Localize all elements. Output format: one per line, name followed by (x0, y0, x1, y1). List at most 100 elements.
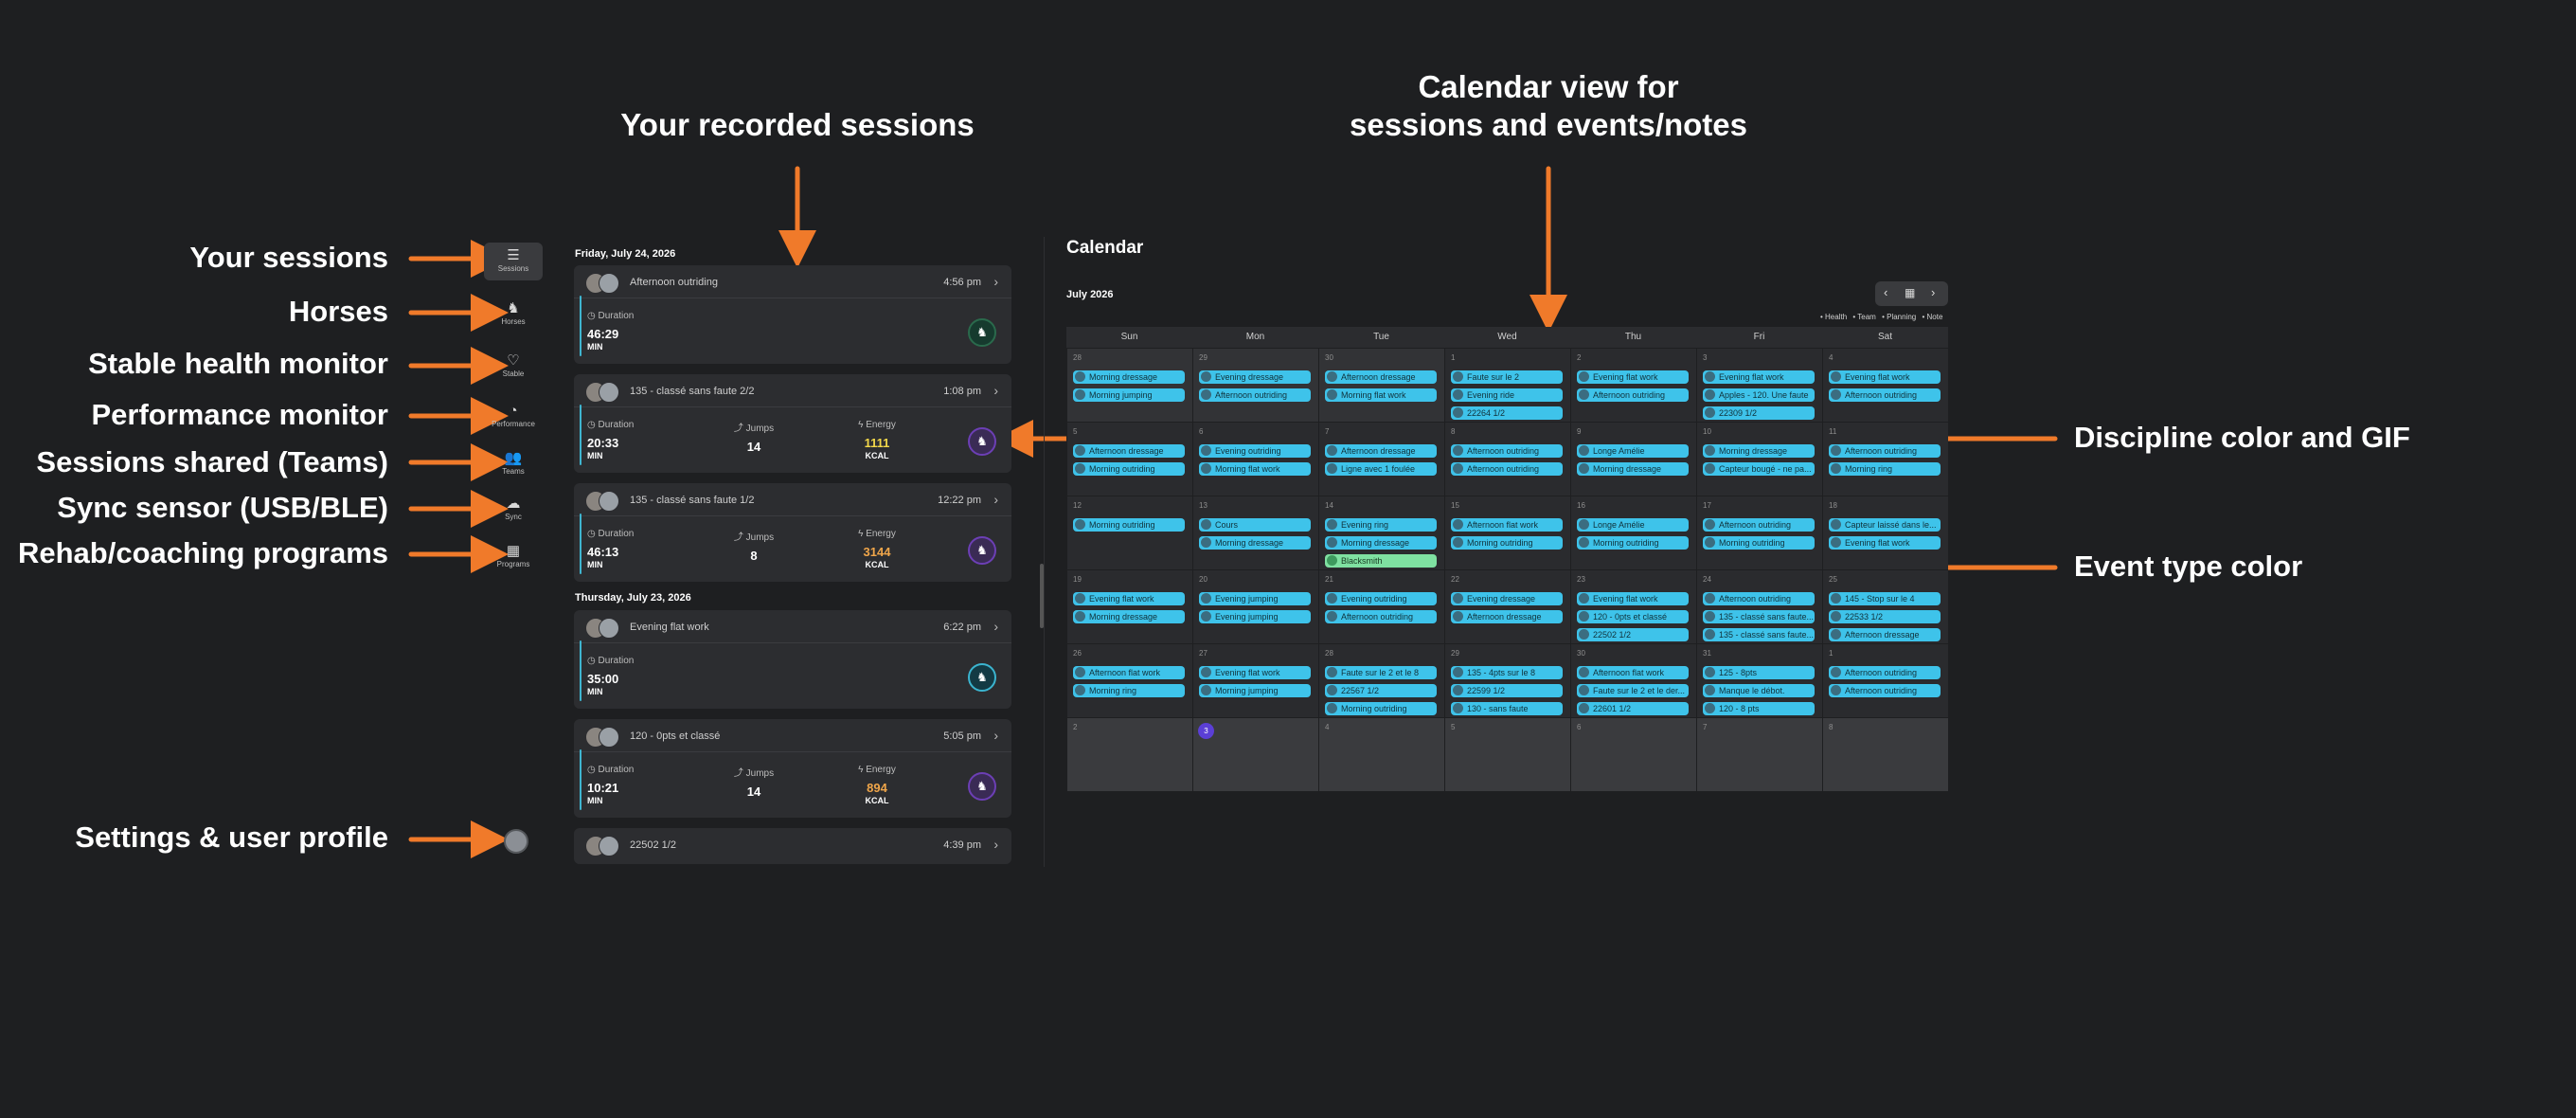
calendar-event[interactable]: 22601 1/2 (1577, 702, 1689, 715)
calendar-event[interactable]: Afternoon dressage (1451, 610, 1563, 623)
calendar-event[interactable]: 130 - sans faute (1451, 702, 1563, 715)
calendar-day-cell[interactable]: 17 Afternoon outriding Morning outriding (1696, 496, 1822, 569)
sidebar-item-horses[interactable]: ♞ Horses (484, 296, 543, 334)
calendar-event[interactable]: Evening dressage (1199, 370, 1311, 384)
calendar-day-cell[interactable]: 31 125 - 8pts Manque le débot. 120 - 8 pts (1696, 643, 1822, 717)
sidebar-item-teams[interactable]: 👥 Teams (484, 445, 543, 483)
calendar-day-cell[interactable]: 5 Afternoon dressage Morning outriding (1066, 422, 1192, 496)
calendar-event[interactable]: Afternoon outriding (1451, 462, 1563, 476)
chevron-right-icon[interactable]: › (1931, 285, 1935, 299)
session-card[interactable]: Afternoon outriding 4:56 pm › ◷ Duration… (574, 265, 1011, 364)
calendar-event[interactable]: Afternoon dressage (1325, 444, 1437, 458)
calendar-day-cell[interactable]: 26 Afternoon flat work Morning ring (1066, 643, 1192, 717)
calendar-event[interactable]: Afternoon dressage (1073, 444, 1185, 458)
calendar-event[interactable]: Capteur bougé - ne pa... (1703, 462, 1815, 476)
session-card[interactable]: 22502 1/2 4:39 pm › (574, 828, 1011, 864)
calendar-event[interactable]: Afternoon outriding (1829, 388, 1941, 402)
calendar-event[interactable]: Evening flat work (1577, 592, 1689, 605)
calendar-day-cell[interactable]: 9 Longe Amélie Morning dressage (1570, 422, 1696, 496)
calendar-event[interactable]: Evening ride (1451, 388, 1563, 402)
calendar-event[interactable]: 120 - 8 pts (1703, 702, 1815, 715)
calendar-day-cell[interactable]: 30 Afternoon dressage Morning flat work (1318, 348, 1444, 422)
sidebar-item-sessions[interactable]: ☰ Sessions (484, 243, 543, 280)
calendar-event[interactable]: Evening ring (1325, 518, 1437, 532)
calendar-event[interactable]: 135 - classé sans faute... (1703, 610, 1815, 623)
calendar-event[interactable]: Afternoon outriding (1829, 444, 1941, 458)
calendar-event[interactable]: Faute sur le 2 et le der... (1577, 684, 1689, 697)
calendar-event[interactable]: 125 - 8pts (1703, 666, 1815, 679)
calendar-event[interactable]: Morning flat work (1199, 462, 1311, 476)
calendar-event[interactable]: Afternoon outriding (1199, 388, 1311, 402)
calendar-event[interactable]: Evening outriding (1199, 444, 1311, 458)
calendar-event[interactable]: Evening flat work (1577, 370, 1689, 384)
chevron-left-icon[interactable]: ‹ (1884, 285, 1887, 299)
user-avatar[interactable] (504, 829, 528, 854)
calendar-day-cell[interactable]: 28 Morning dressage Morning jumping (1066, 348, 1192, 422)
calendar-event[interactable]: Evening flat work (1199, 666, 1311, 679)
calendar-event[interactable]: Afternoon dressage (1829, 628, 1941, 641)
calendar-event[interactable]: Faute sur le 2 et le 8 (1325, 666, 1437, 679)
calendar-event[interactable]: Morning dressage (1325, 536, 1437, 550)
calendar-event[interactable]: Morning dressage (1073, 370, 1185, 384)
calendar-day-cell[interactable]: 1 Afternoon outriding Afternoon outriding (1822, 643, 1948, 717)
calendar-day-cell[interactable]: 27 Evening flat work Morning jumping (1192, 643, 1318, 717)
calendar-event[interactable]: Morning dressage (1199, 536, 1311, 550)
calendar-event[interactable]: Apples - 120. Une faute (1703, 388, 1815, 402)
calendar-event[interactable]: 22599 1/2 (1451, 684, 1563, 697)
calendar-event[interactable]: 22567 1/2 (1325, 684, 1437, 697)
calendar-event[interactable]: Faute sur le 2 (1451, 370, 1563, 384)
calendar-day-cell[interactable]: 12 Morning outriding (1066, 496, 1192, 569)
calendar-day-cell[interactable]: 2 (1066, 717, 1192, 791)
calendar-day-cell[interactable]: 24 Afternoon outriding 135 - classé sans f… (1696, 569, 1822, 643)
calendar-event[interactable]: Evening jumping (1199, 592, 1311, 605)
session-card[interactable]: 135 - classé sans faute 1/2 12:22 pm › ◷… (574, 483, 1011, 582)
calendar-day-cell[interactable]: 3 Evening flat work Apples - 120. Une faut… (1696, 348, 1822, 422)
calendar-event[interactable]: Evening jumping (1199, 610, 1311, 623)
calendar-day-cell[interactable]: 7 Afternoon dressage Ligne avec 1 foulée (1318, 422, 1444, 496)
calendar-event[interactable]: Morning outriding (1451, 536, 1563, 550)
sidebar-item-performance[interactable]: ◔ Performance (484, 398, 543, 436)
calendar-event[interactable]: Morning outriding (1073, 462, 1185, 476)
calendar-event[interactable]: 22264 1/2 (1451, 406, 1563, 420)
calendar-event[interactable]: Morning dressage (1577, 462, 1689, 476)
sidebar-item-stable[interactable]: ♡ Stable (484, 348, 543, 386)
calendar-event[interactable]: Afternoon outriding (1703, 592, 1815, 605)
calendar-event[interactable]: Morning dressage (1073, 610, 1185, 623)
calendar-day-cell[interactable]: 4 Evening flat work Afternoon outriding (1822, 348, 1948, 422)
calendar-event[interactable]: Morning ring (1073, 684, 1185, 697)
calendar-event[interactable]: 135 - 4pts sur le 8 (1451, 666, 1563, 679)
calendar-event[interactable]: Morning dressage (1703, 444, 1815, 458)
calendar-day-cell[interactable]: 8 (1822, 717, 1948, 791)
calendar-event[interactable]: Afternoon outriding (1829, 684, 1941, 697)
calendar-day-cell[interactable]: 19 Evening flat work Morning dressage (1066, 569, 1192, 643)
calendar-day-cell[interactable]: 21 Evening outriding Afternoon outriding (1318, 569, 1444, 643)
calendar-day-cell[interactable]: 2 Evening flat work Afternoon outriding (1570, 348, 1696, 422)
calendar-event[interactable]: Afternoon outriding (1577, 388, 1689, 402)
calendar-event[interactable]: Evening flat work (1829, 536, 1941, 550)
calendar-event[interactable]: Evening flat work (1703, 370, 1815, 384)
calendar-day-cell[interactable]: 8 Afternoon outriding Afternoon outriding (1444, 422, 1570, 496)
calendar-event[interactable]: Manque le débot. (1703, 684, 1815, 697)
calendar-event[interactable]: Afternoon outriding (1829, 666, 1941, 679)
calendar-event[interactable]: Afternoon outriding (1703, 518, 1815, 532)
calendar-day-cell[interactable]: 20 Evening jumping Evening jumping (1192, 569, 1318, 643)
calendar-day-cell[interactable]: 6 (1570, 717, 1696, 791)
calendar-event[interactable]: Morning ring (1829, 462, 1941, 476)
calendar-day-cell[interactable]: 18 Capteur laissé dans le... Evening flat … (1822, 496, 1948, 569)
session-card[interactable]: 120 - 0pts et classé 5:05 pm › ◷ Duratio… (574, 719, 1011, 818)
calendar-event[interactable]: Afternoon outriding (1325, 610, 1437, 623)
calendar-day-cell[interactable]: 6 Evening outriding Morning flat work (1192, 422, 1318, 496)
scrollbar-thumb[interactable] (1040, 564, 1044, 628)
calendar-event[interactable]: 22533 1/2 (1829, 610, 1941, 623)
calendar-day-cell[interactable]: 13 Cours Morning dressage (1192, 496, 1318, 569)
calendar-day-cell[interactable]: 29 Evening dressage Afternoon outriding (1192, 348, 1318, 422)
sidebar-item-programs[interactable]: ▦ Programs (484, 538, 543, 576)
calendar-event[interactable]: 145 - Stop sur le 4 (1829, 592, 1941, 605)
calendar-event[interactable]: Morning jumping (1199, 684, 1311, 697)
calendar-day-cell[interactable]: 28 Faute sur le 2 et le 8 22567 1/2 Morning… (1318, 643, 1444, 717)
calendar-event[interactable]: Morning outriding (1073, 518, 1185, 532)
calendar-event[interactable]: Afternoon outriding (1451, 444, 1563, 458)
calendar-day-cell[interactable]: 16 Longe Amélie Morning outriding (1570, 496, 1696, 569)
calendar-day-cell[interactable]: 25 145 - Stop sur le 4 22533 1/2 Afternoon … (1822, 569, 1948, 643)
calendar-event[interactable]: Afternoon flat work (1577, 666, 1689, 679)
